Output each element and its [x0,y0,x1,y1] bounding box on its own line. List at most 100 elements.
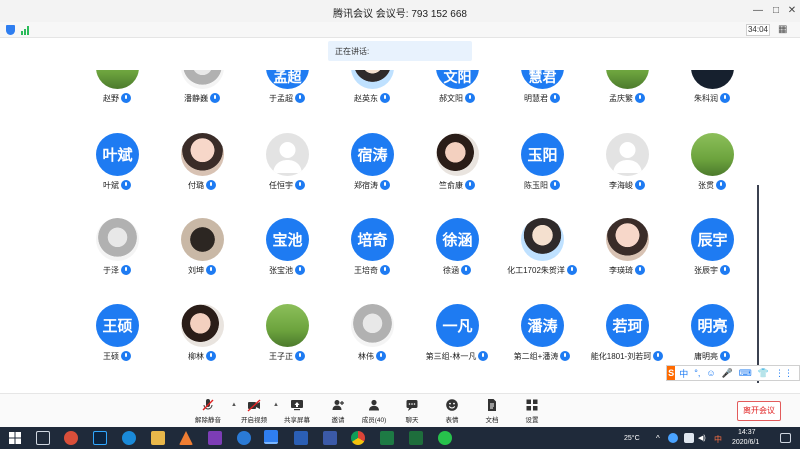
mic-icon [550,93,560,103]
avatar-initials: 文阳 [436,70,479,89]
ime-toolbar[interactable]: S 中 °, ☺ 🎤 ⌨ 👕 ⋮⋮ [666,365,800,381]
windows-start-icon[interactable] [9,432,21,444]
minimize-button[interactable]: — [750,3,766,19]
participant-tile[interactable]: 李瑛琦 [582,218,672,278]
participant-tile[interactable]: 潘涛 第二组+潘涛 [497,304,587,364]
participant-tile[interactable]: 张贯 [667,133,757,193]
ime-emoji-icon[interactable]: ☺ [706,368,715,378]
participant-tile[interactable]: 宝池 张宝池 [242,218,332,278]
members-button[interactable]: 成员(40) [354,398,394,424]
participant-tile[interactable]: 宿涛 郑宿涛 [327,133,417,193]
app-green-icon[interactable] [380,431,394,445]
participant-tile[interactable]: 柳林 [157,304,247,364]
network-icon[interactable] [684,433,694,443]
participant-tile[interactable]: 王硕 王硕 [72,304,162,364]
docs-button[interactable]: 文档 [472,398,512,424]
unmute-button[interactable]: 解除静音 [188,398,228,424]
participant-tile[interactable]: 培奇 王培奇 [327,218,417,278]
participant-name: 张辰宇 [667,265,757,276]
participant-name-text: 李海峻 [609,181,633,190]
close-button[interactable]: ✕ [784,3,800,19]
participant-avatar-partial[interactable] [181,70,224,89]
invite-button[interactable]: 邀请 [318,398,358,424]
maximize-button[interactable]: □ [768,3,784,19]
photoshop-icon[interactable] [93,431,107,445]
participant-name-text: 陈玉阳 [524,181,548,190]
participant-tile[interactable]: 付璐 [157,133,247,193]
participant-avatar-partial[interactable]: 慧君 [521,70,564,89]
participant-tile[interactable]: 王子正 [242,304,332,364]
leave-meeting-button[interactable]: 离开会议 [737,401,781,421]
participant-tile[interactable]: 徐涵 徐涵 [412,218,502,278]
app-photos-icon[interactable] [64,431,78,445]
participant-tile[interactable]: 任恒宇 [242,133,332,193]
wechat-icon[interactable] [438,431,452,445]
ime-lang[interactable]: 中 [679,367,688,380]
tencent-meeting-icon[interactable] [264,430,278,444]
chat-button[interactable]: 聊天 [392,398,432,424]
chrome-icon[interactable] [351,431,365,445]
matlab-icon[interactable] [179,431,193,445]
app-ne-icon[interactable] [323,431,337,445]
unmute-label: 解除静音 [195,417,221,424]
share-screen-icon [291,400,303,411]
participant-tile[interactable]: 辰宇 张辰宇 [667,218,757,278]
ime-tray-icon[interactable]: 中 [714,434,722,445]
file-explorer-icon[interactable] [151,431,165,445]
excel-icon[interactable] [409,431,423,445]
tray-chevron-icon[interactable]: ^ [656,434,660,443]
mic-icon [550,180,560,190]
participant-avatar-partial[interactable] [96,70,139,89]
participant-avatar-partial[interactable] [351,70,394,89]
ime-keyboard-icon[interactable]: ⌨ [739,368,752,379]
participant-tile[interactable]: 玉阳 陈玉阳 [497,133,587,193]
participant-tile[interactable]: 若珂 能化1801-刘若珂 [582,304,672,364]
participant-tile[interactable]: 叶斌 叶斌 [72,133,162,193]
ie-icon[interactable] [237,431,251,445]
onenote-icon[interactable] [208,431,222,445]
participant-tile[interactable]: 于泽 [72,218,162,278]
scrollbar[interactable] [757,185,759,383]
participant-avatar-partial[interactable] [606,70,649,89]
signal-icon[interactable] [21,25,31,35]
participant-tile[interactable]: 一凡 第三组-林一凡 [412,304,502,364]
participant-avatar-partial[interactable] [691,70,734,89]
participant-avatar-partial[interactable]: 文阳 [436,70,479,89]
start-video-button[interactable]: 开启视频 [234,398,274,424]
participant-tile[interactable]: 李海峻 [582,133,672,193]
ime-skin-icon[interactable]: 👕 [758,368,769,379]
share-screen-button[interactable]: 共享屏幕 [277,398,317,424]
ime-punct[interactable]: °, [694,368,700,378]
shield-icon[interactable] [6,25,15,35]
participant-name: 林伟 [327,351,417,362]
edge-icon[interactable] [122,431,136,445]
ime-mic-icon[interactable]: 🎤 [722,368,733,379]
settings-button[interactable]: 设置 [512,398,552,424]
word-icon[interactable] [294,431,308,445]
mic-icon [206,351,216,361]
emoji-button[interactable]: 表情 [432,398,472,424]
weather-temperature[interactable]: 25°C [624,435,640,442]
participant-tile[interactable]: 刘坤 [157,218,247,278]
participant-tile[interactable]: 明亮 庸明亮 [667,304,757,364]
participant-name: 李海峻 [582,180,672,191]
clock-time[interactable]: 14:37 [738,429,756,436]
clock-date[interactable]: 2020/6/1 [732,439,759,446]
ime-menu-icon[interactable]: ⋮⋮ [775,368,793,379]
participant-tile[interactable]: 竺俞康 [412,133,502,193]
task-view-icon[interactable] [36,431,50,445]
volume-icon[interactable]: ◀) [698,434,706,442]
tray-app-icon[interactable] [668,433,678,443]
status-bar: 34:04 ▦ [0,22,800,38]
mic-icon [376,351,386,361]
avatar [96,70,139,89]
participant-avatar-partial[interactable]: 孟超 [266,70,309,89]
participant-name-text: 赵野 [103,94,119,103]
participant-tile[interactable]: 林伟 [327,304,417,364]
participant-tile[interactable]: 化工1702朱贺洋 [497,218,587,278]
emoji-label: 表情 [445,417,459,424]
notification-icon[interactable] [780,433,791,443]
avatar-initials: 玉阳 [521,133,564,176]
mic-icon [716,180,726,190]
gallery-view-icon[interactable]: ▦ [778,25,787,35]
